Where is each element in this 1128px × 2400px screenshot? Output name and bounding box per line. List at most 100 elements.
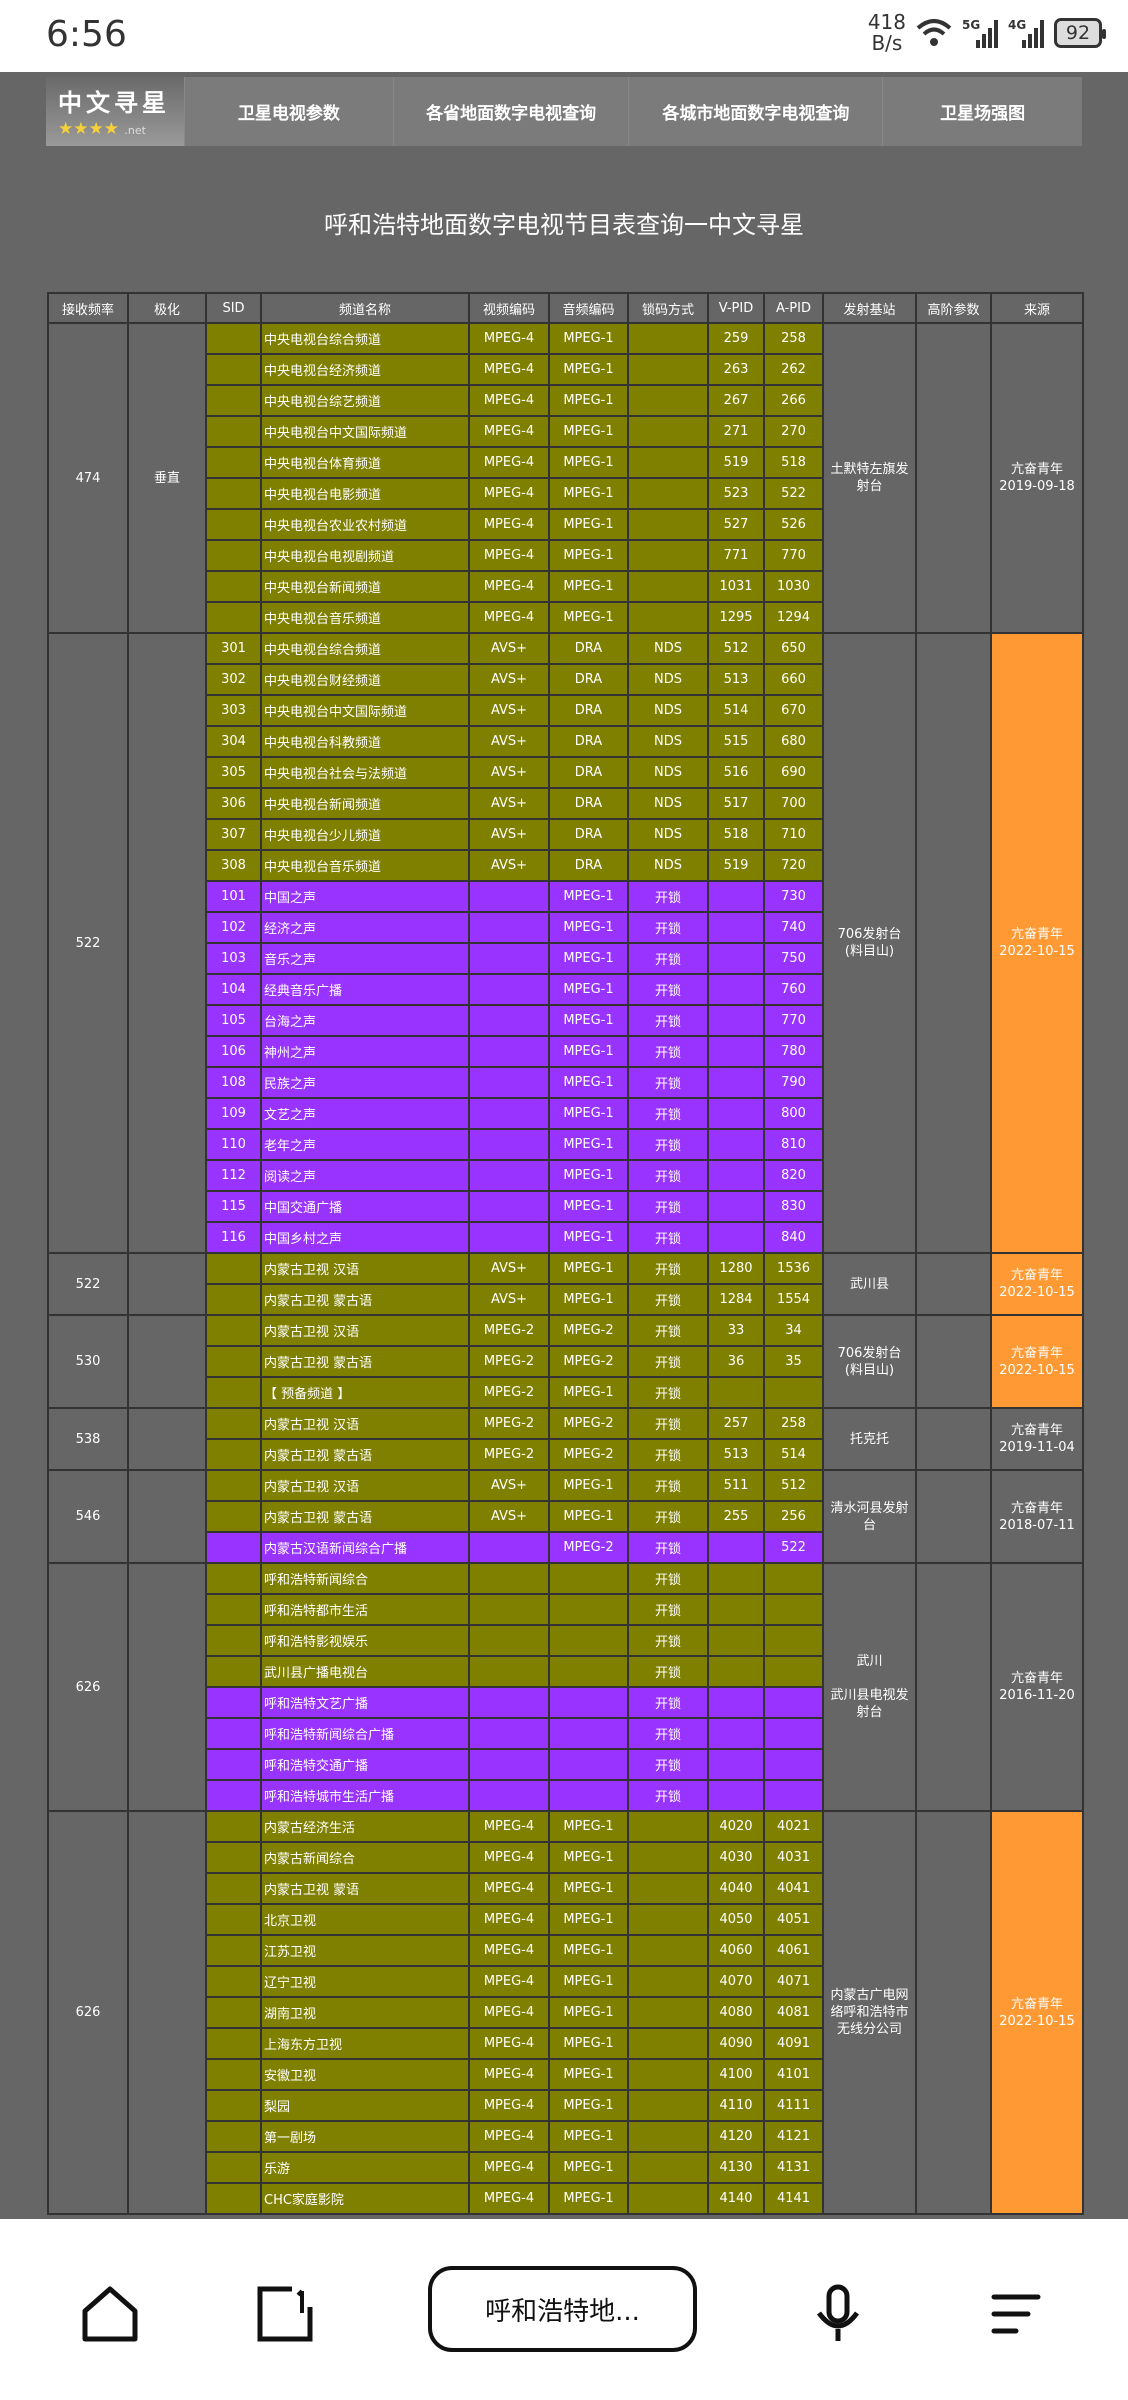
vpid-cell: 527 xyxy=(707,508,765,541)
column-header: V-PID xyxy=(707,292,765,324)
column-header: 发射基站 xyxy=(822,292,917,324)
video-codec-cell: AVS+ xyxy=(468,818,550,851)
encryption-cell: 开锁 xyxy=(627,1097,709,1130)
apid-cell: 270 xyxy=(763,415,824,448)
tabs-button[interactable] xyxy=(250,2279,320,2349)
audio-codec-cell: MPEG-1 xyxy=(548,1500,629,1533)
vpid-cell xyxy=(707,880,765,913)
menu-button[interactable] xyxy=(980,2279,1050,2349)
audio-codec-cell: MPEG-2 xyxy=(548,1314,629,1347)
vpid-cell: 1284 xyxy=(707,1283,765,1316)
station-cell: 土默特左旗发射台 xyxy=(822,322,917,634)
advanced-params-cell xyxy=(915,1314,992,1409)
audio-codec-cell: MPEG-1 xyxy=(548,384,629,417)
channel-name-cell: 内蒙古卫视 汉语 xyxy=(260,1469,470,1502)
voice-search-button[interactable] xyxy=(803,2279,873,2349)
station-line: 706发射台 xyxy=(837,927,902,942)
station-line: 武川 xyxy=(856,1654,883,1669)
channel-name-cell: 民族之声 xyxy=(260,1066,470,1099)
sid-cell: 306 xyxy=(205,787,262,820)
source-author: 亢奋青年 xyxy=(1010,1996,1063,2012)
encryption-cell: 开锁 xyxy=(627,1190,709,1223)
vpid-cell: 519 xyxy=(707,446,765,479)
apid-cell: 690 xyxy=(763,756,824,789)
polarization-cell xyxy=(127,1469,207,1564)
site-logo[interactable]: 中文寻星 ★★★★ .net xyxy=(46,77,184,146)
channel-name-cell: 【 预备频道 】 xyxy=(260,1376,470,1409)
audio-codec-cell: DRA xyxy=(548,756,629,789)
vpid-cell: 1280 xyxy=(707,1252,765,1285)
audio-codec-cell: DRA xyxy=(548,818,629,851)
apid-cell xyxy=(763,1779,824,1812)
audio-codec-cell: MPEG-2 xyxy=(548,1345,629,1378)
apid-cell: 34 xyxy=(763,1314,824,1347)
station-cell: 武川 武川县电视发射台 xyxy=(822,1562,917,1812)
nav-satellite-footprint[interactable]: 卫星场强图 xyxy=(882,77,1082,146)
station-line: 土默特左旗发射台 xyxy=(830,462,909,494)
address-bar[interactable]: 呼和浩特地... xyxy=(428,2266,697,2352)
apid-cell: 720 xyxy=(763,849,824,882)
table-row: 538 内蒙古卫视 汉语 MPEG-2 MPEG-2 开锁 257 258 托克托 亢奋青年 20… xyxy=(47,1407,1084,1471)
encryption-cell: NDS xyxy=(627,663,709,696)
encryption-cell: 开锁 xyxy=(627,1686,709,1719)
column-header: A-PID xyxy=(763,292,824,324)
apid-cell xyxy=(763,1717,824,1750)
apid-cell xyxy=(763,1748,824,1781)
sid-cell xyxy=(205,1500,262,1533)
apid-cell xyxy=(763,1376,824,1409)
audio-codec-cell: MPEG-1 xyxy=(548,1283,629,1316)
channel-name-cell: 中国交通广播 xyxy=(260,1190,470,1223)
audio-codec-cell: MPEG-1 xyxy=(548,1190,629,1223)
vpid-cell: 523 xyxy=(707,477,765,510)
table-row: 522 内蒙古卫视 汉语 AVS+ MPEG-1 开锁 1280 1536 武川县 亢奋青年 20… xyxy=(47,1252,1084,1316)
channel-name-cell: 内蒙古汉语新闻综合广播 xyxy=(260,1531,470,1564)
nav-province-dtv[interactable]: 各省地面数字电视查询 xyxy=(392,77,629,146)
nav-satellite-tv-params[interactable]: 卫星电视参数 xyxy=(184,77,393,146)
channel-name-cell: 中央电视台少儿频道 xyxy=(260,818,470,851)
browser-bottom-bar: 呼和浩特地... xyxy=(0,2219,1128,2400)
vpid-cell xyxy=(707,911,765,944)
audio-codec-cell: MPEG-1 xyxy=(548,1469,629,1502)
sid-cell xyxy=(205,1438,262,1471)
video-codec-cell: MPEG-4 xyxy=(468,2151,550,2184)
source-date: 2018-07-11 xyxy=(999,1517,1075,1533)
encryption-cell: 开锁 xyxy=(627,1469,709,1502)
audio-codec-cell: MPEG-1 xyxy=(548,1996,629,2029)
apid-cell: 820 xyxy=(763,1159,824,1192)
video-codec-cell: MPEG-4 xyxy=(468,1810,550,1843)
apid-cell: 740 xyxy=(763,911,824,944)
source-date: 2019-09-18 xyxy=(999,479,1075,494)
vpid-cell: 511 xyxy=(707,1469,765,1502)
audio-codec-cell xyxy=(548,1717,629,1750)
channel-name-cell: 北京卫视 xyxy=(260,1903,470,1936)
vpid-cell: 519 xyxy=(707,849,765,882)
station-cell: 706发射台 (料目山) xyxy=(822,632,917,1254)
sid-cell: 110 xyxy=(205,1128,262,1161)
frequency-cell: 522 xyxy=(47,632,129,1254)
sid-cell xyxy=(205,1345,262,1378)
sid-cell xyxy=(205,1934,262,1967)
apid-cell: 680 xyxy=(763,725,824,758)
video-codec-cell: MPEG-2 xyxy=(468,1438,550,1471)
station-cell: 内蒙古广电网络呼和浩特市无线分公司 xyxy=(822,1810,917,2215)
apid-cell: 4031 xyxy=(763,1841,824,1874)
sid-cell: 103 xyxy=(205,942,262,975)
video-codec-cell: MPEG-2 xyxy=(468,1345,550,1378)
apid-cell: 780 xyxy=(763,1035,824,1068)
nav-city-dtv[interactable]: 各城市地面数字电视查询 xyxy=(628,77,882,146)
channel-name-cell: 中央电视台社会与法频道 xyxy=(260,756,470,789)
network-speed-unit: B/s xyxy=(871,31,903,55)
channel-name-cell: 内蒙古卫视 蒙古语 xyxy=(260,1500,470,1533)
sid-cell xyxy=(205,1624,262,1657)
home-icon xyxy=(82,2286,138,2342)
apid-cell: 660 xyxy=(763,663,824,696)
vpid-cell: 4130 xyxy=(707,2151,765,2184)
audio-codec-cell: MPEG-1 xyxy=(548,477,629,510)
video-codec-cell: MPEG-4 xyxy=(468,570,550,603)
sid-cell xyxy=(205,1810,262,1843)
vpid-cell xyxy=(707,1562,765,1595)
home-button[interactable] xyxy=(75,2279,145,2349)
advanced-params-cell xyxy=(915,1810,992,2215)
vpid-cell: 267 xyxy=(707,384,765,417)
channel-name-cell: 安徽卫视 xyxy=(260,2058,470,2091)
